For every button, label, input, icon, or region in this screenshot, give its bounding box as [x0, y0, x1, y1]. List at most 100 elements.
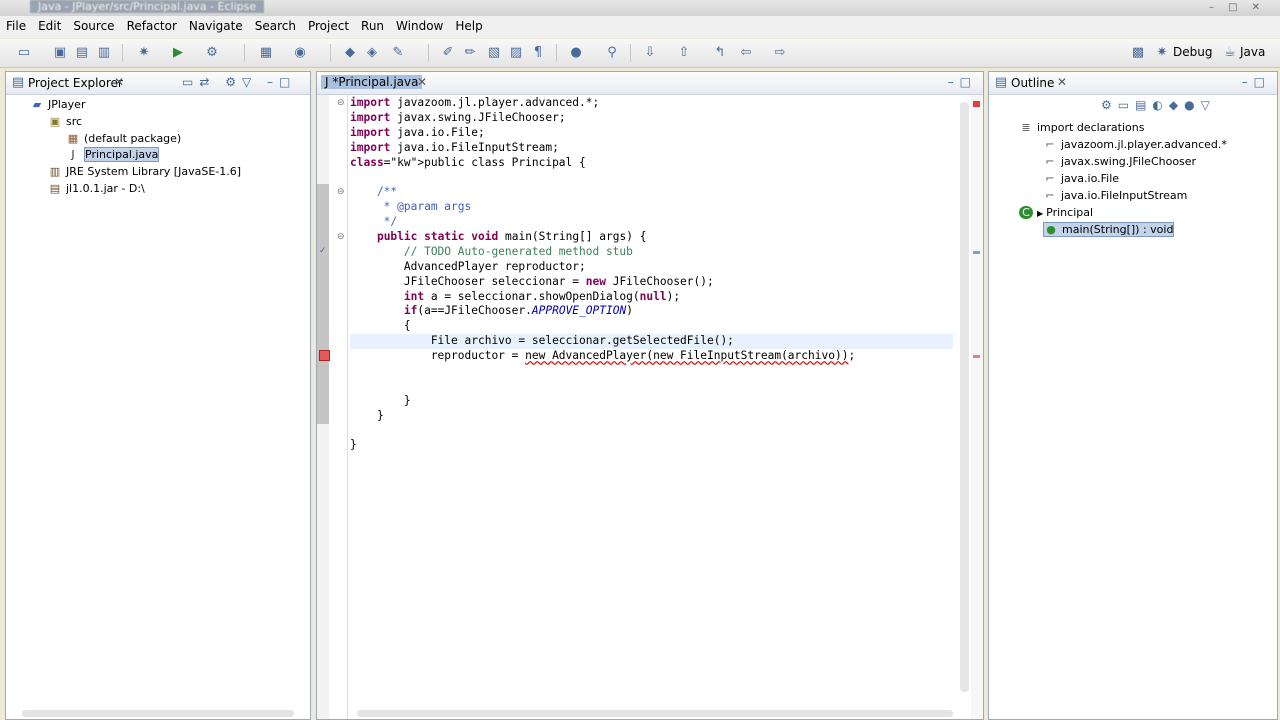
overview-ruler [971, 95, 983, 719]
task-marker-icon[interactable]: ✓ [319, 246, 327, 256]
debug-perspective-icon[interactable]: ✷ [1154, 45, 1170, 61]
menu-search[interactable]: Search [249, 16, 302, 33]
toolbar-separator [122, 44, 123, 62]
search-icon[interactable]: ✎ [390, 45, 406, 61]
tree-item-jre[interactable]: ▥ JRE System Library [JavaSE-1.6] [48, 165, 241, 178]
view-toolbar[interactable]: ▭⇄ ⚙▽ –□ [182, 75, 296, 89]
previous-annotation-icon[interactable]: ⇧ [676, 45, 692, 61]
new-class-icon[interactable]: ◉ [292, 45, 308, 61]
horizontal-scrollbar[interactable] [357, 710, 953, 717]
block-selection-icon[interactable]: ▧ [486, 45, 502, 61]
editor-left-ruler-dark [317, 184, 329, 424]
menu-window[interactable]: Window [390, 16, 449, 33]
toggle-mark-icon[interactable]: ✐ [440, 45, 456, 61]
outline-item-class[interactable]: C ▶ Principal [1019, 206, 1093, 219]
outline-window-controls[interactable]: –□ [1242, 75, 1271, 89]
menu-help[interactable]: Help [449, 16, 488, 33]
menu-run[interactable]: Run [355, 16, 390, 33]
outline-item-import[interactable]: ⌐ java.io.File [1043, 172, 1119, 185]
new-icon[interactable]: ▭ [16, 45, 32, 61]
run-icon[interactable]: ▶ [170, 45, 186, 61]
highlight-icon[interactable]: ✏ [462, 45, 478, 61]
tree-item-principal-java[interactable]: J Principal.java [66, 147, 160, 162]
outline-toolbar-icons[interactable]: ⚙▭▤◐◆●▽ [1101, 98, 1216, 112]
title-bar: Java - JPlayer/src/Principal.java - Ecli… [0, 0, 1280, 16]
kw-import: import [350, 140, 391, 154]
perspective-debug[interactable]: Debug [1173, 45, 1212, 59]
new-java-project-icon[interactable]: ▦ [258, 45, 274, 61]
code-line-javadoc: * @param args [350, 200, 472, 214]
collapse-icon[interactable]: ⊖ [337, 187, 345, 197]
open-perspective-icon[interactable]: ▩ [1130, 45, 1146, 61]
code-line-comment: // TODO Auto-generated method stub [350, 244, 633, 258]
close-icon[interactable]: ✕ [1057, 75, 1067, 89]
last-edit-icon[interactable]: ↰ [712, 45, 728, 61]
editor-tab-principal[interactable]: J *Principal.java [321, 75, 423, 89]
horizontal-scrollbar[interactable] [22, 710, 294, 717]
package-icon: ▦ [67, 132, 79, 145]
error-overview-marker[interactable] [973, 355, 980, 358]
code-line: JFileChooser seleccionar = new JFileChoo… [350, 274, 714, 288]
open-type-icon[interactable]: ◆ [342, 45, 358, 61]
forward-icon[interactable]: ⇨ [772, 45, 788, 61]
window-controls[interactable]: –□✕ [1209, 2, 1274, 13]
debug-icon[interactable]: ✷ [136, 45, 152, 61]
kw-import: import [350, 110, 391, 124]
code-line: import javazoom.jl.player.advanced.*; [350, 96, 600, 109]
kw-import: import [350, 125, 391, 139]
editor-window-controls[interactable]: –□ [948, 75, 977, 89]
back-icon[interactable]: ⇦ [738, 45, 754, 61]
library-icon: ▥ [49, 165, 61, 178]
outline-item-imports[interactable]: ≣ import declarations [1019, 121, 1144, 134]
tree-item-jar[interactable]: ▤ jl1.0.1.jar - D:\ [48, 182, 145, 195]
perspective-java[interactable]: Java [1240, 45, 1265, 59]
project-explorer-title[interactable]: Project Explorer [28, 76, 123, 90]
code-area[interactable]: import javazoom.jl.player.advanced.*; im… [350, 96, 953, 453]
open-task-icon[interactable]: ◈ [364, 45, 380, 61]
code-line: AdvancedPlayer reproductor; [350, 259, 586, 273]
code-line: { [350, 319, 411, 333]
tree-item-project[interactable]: ▰ JPlayer [30, 98, 86, 111]
save-icon[interactable]: ▣ [52, 45, 68, 61]
menu-file[interactable]: File [0, 16, 32, 33]
java-file-icon: J [71, 148, 75, 161]
help-icon[interactable]: ● [568, 45, 584, 61]
menu-refactor[interactable]: Refactor [121, 16, 183, 33]
menu-project[interactable]: Project [302, 16, 355, 33]
menu-source[interactable]: Source [67, 16, 120, 33]
show-whitespace-icon[interactable]: ▨ [508, 45, 524, 61]
expand-icon[interactable]: ▶ [1037, 209, 1043, 218]
external-tools-icon[interactable]: ⚙ [204, 45, 220, 61]
paragraph-icon[interactable]: ¶ [530, 45, 546, 61]
save-all-icon[interactable]: ▤ [74, 45, 90, 61]
tree-item-src[interactable]: ▣ src [48, 115, 82, 128]
next-annotation-icon[interactable]: ⇩ [642, 45, 658, 61]
code-line-current: File archivo = seleccionar.getSelectedFi… [350, 334, 953, 350]
import-icon: ⌐ [1045, 172, 1055, 185]
error-overview-marker[interactable] [973, 101, 980, 107]
menu-edit[interactable]: Edit [32, 16, 67, 33]
toolbar-separator [244, 44, 245, 62]
menu-bar: File Edit Source Refactor Navigate Search Proj… [0, 16, 1280, 38]
code-line-main: public static void main(String[] args) { [376, 230, 647, 244]
menu-navigate[interactable]: Navigate [183, 16, 249, 33]
print-icon[interactable]: ▥ [96, 45, 112, 61]
outline-item-import[interactable]: ⌐ javax.swing.JFileChooser [1043, 155, 1196, 168]
outline-title[interactable]: Outline [1011, 76, 1054, 90]
code-line-javadoc: */ [350, 215, 398, 229]
pin-icon[interactable]: ⚲ [604, 45, 620, 61]
close-icon[interactable]: ✕ [114, 75, 124, 89]
outline-item-import[interactable]: ⌐ javazoom.jl.player.advanced.* [1043, 138, 1227, 151]
outline-item-method[interactable]: ● main(String[]) : void [1043, 222, 1175, 237]
collapse-icon[interactable]: ⊖ [337, 232, 345, 242]
task-overview-marker[interactable] [973, 251, 980, 254]
tree-item-package[interactable]: ▦ (default package) [66, 132, 181, 145]
code-line-class: class="kw">public class Principal { [350, 155, 586, 169]
vertical-scrollbar[interactable] [960, 102, 969, 692]
close-icon[interactable]: ✕ [417, 75, 427, 89]
error-marker-icon[interactable] [319, 350, 330, 361]
java-perspective-icon[interactable]: ☕ [1222, 45, 1238, 61]
collapse-icon[interactable]: ⊖ [337, 98, 345, 108]
outline-item-import[interactable]: ⌐ java.io.FileInputStream [1043, 189, 1187, 202]
